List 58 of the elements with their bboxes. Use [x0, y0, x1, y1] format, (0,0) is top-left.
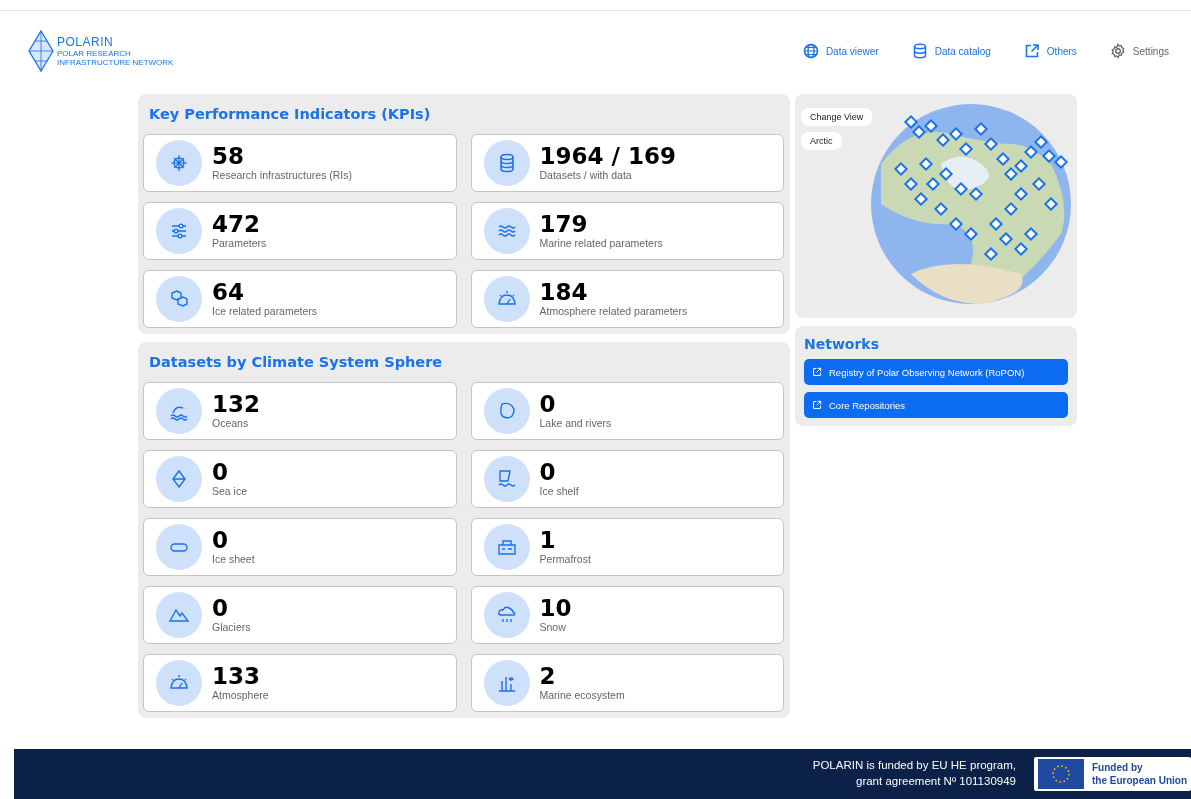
- stat-label: Atmosphere: [212, 689, 269, 701]
- funding-text: grant agreement Nº 101130949: [855, 774, 1016, 789]
- funding-text: POLARIN is funded by EU HE program,: [812, 758, 1016, 774]
- stat-value: 132: [212, 393, 260, 416]
- stat-value: 133: [212, 665, 261, 688]
- stat-value: 10: [539, 597, 572, 620]
- external-link-icon: [1023, 43, 1040, 59]
- stat-label: Marine ecosystem: [539, 689, 625, 701]
- stat-value: 2: [539, 665, 557, 688]
- stat-label: Ice related parameters: [212, 305, 318, 317]
- eu-flag-icon: [1038, 759, 1084, 789]
- stat-label: Atmosphere related parameters: [539, 305, 688, 317]
- globe-icon: [802, 43, 819, 59]
- panel-title: Datasets by Climate System Sphere: [149, 354, 444, 370]
- stat-label: Lake and rivers: [539, 417, 612, 429]
- network-link[interactable]: Registry of Polar Observing Network (RoPON): [804, 359, 1068, 385]
- nav-link[interactable]: Data viewer: [802, 43, 879, 59]
- stat-value: 64: [212, 281, 245, 304]
- stat-value: 179: [539, 213, 589, 236]
- map-drawing[interactable]: [871, 104, 1071, 304]
- panel-title: Key Performance Indicators (KPIs): [149, 106, 432, 122]
- stat-label: Snow: [539, 621, 567, 633]
- stat-value: 0: [539, 461, 557, 484]
- panel-title: Networks: [804, 336, 880, 352]
- stat-value: 1964 / 169: [539, 145, 676, 168]
- database-icon: [911, 43, 928, 59]
- stat-label: Sea ice: [212, 485, 248, 497]
- stat-label: Parameters: [212, 237, 267, 249]
- external-link-icon: [812, 367, 822, 377]
- logo-subtitle: POLAR RESEARCH INFRASTRUCTURE NETWORK: [57, 48, 175, 68]
- map-control-button[interactable]: Arctic: [801, 132, 842, 150]
- stat-label: Oceans: [212, 417, 250, 429]
- network-link[interactable]: Core Repositories: [804, 392, 1068, 418]
- settings-icon: [1109, 43, 1126, 59]
- logo-text: POLARIN: [57, 34, 115, 49]
- stat-value: 0: [212, 461, 229, 484]
- nav-link[interactable]: Data catalog: [911, 43, 991, 59]
- nav-link[interactable]: Others: [1023, 43, 1077, 59]
- stat-label: Ice shelf: [539, 485, 579, 497]
- stat-label: Marine related parameters: [539, 237, 663, 249]
- stat-value: 184: [539, 281, 589, 304]
- eu-text: Funded by: [1092, 761, 1144, 774]
- stat-label: Glaciers: [212, 621, 251, 633]
- stat-label: Datasets / with data: [539, 169, 633, 181]
- nav-link[interactable]: Settings: [1109, 43, 1169, 59]
- map-control-button[interactable]: Change View: [801, 108, 873, 126]
- stat-value: 0: [539, 393, 557, 416]
- stat-value: 0: [212, 529, 229, 552]
- stat-value: 472: [212, 213, 261, 236]
- stat-value: 1: [539, 529, 557, 552]
- logo-icon: [28, 30, 54, 72]
- stat-label: Ice sheet: [212, 553, 255, 565]
- eu-text: the European Union: [1092, 774, 1187, 787]
- stat-label: Permafrost: [539, 553, 591, 565]
- stat-value: 58: [212, 145, 245, 168]
- external-link-icon: [812, 400, 822, 410]
- stat-value: 0: [212, 597, 229, 620]
- stat-label: Research infrastructures (RIs): [212, 169, 353, 181]
